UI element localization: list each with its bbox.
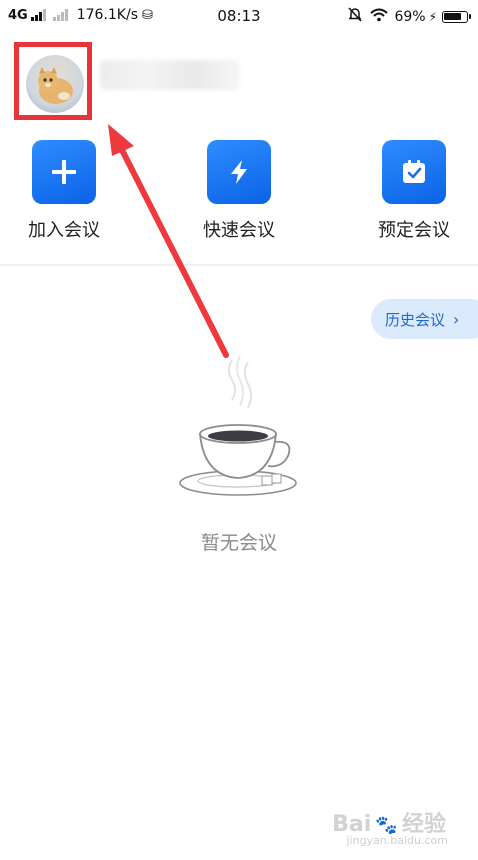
schedule-meeting-label: 预定会议 — [378, 220, 450, 241]
wifi-icon — [370, 8, 389, 26]
silent-bell-icon — [348, 7, 362, 26]
plus-icon — [32, 140, 96, 204]
avatar-highlight-box — [14, 42, 92, 120]
charging-icon: ⚡ — [428, 9, 437, 24]
battery-icon — [442, 10, 471, 23]
paw-icon: 🐾 — [375, 815, 398, 836]
quick-meeting-label: 快速会议 — [203, 220, 275, 241]
quick-meeting-button[interactable]: 快速会议 — [184, 140, 294, 242]
history-meetings-label: 历史会议 — [385, 310, 446, 329]
join-meeting-button[interactable]: 加入会议 — [9, 140, 119, 242]
calendar-check-icon — [382, 140, 446, 204]
section-divider — [0, 264, 478, 266]
username-blurred — [100, 60, 240, 90]
history-meetings-button[interactable]: 历史会议 › — [371, 299, 478, 339]
status-bar: 4G 176.1K/s ⛁ 08:13 69% ⚡ — [0, 0, 478, 34]
lightning-icon — [207, 140, 271, 204]
empty-state-text: 暂无会议 — [200, 532, 277, 554]
join-meeting-label: 加入会议 — [28, 220, 100, 241]
coffee-cup-illustration — [179, 355, 297, 496]
watermark-url: jingyan.baidu.com — [346, 834, 448, 847]
chevron-right-icon: › — [453, 309, 460, 329]
status-right: 69% ⚡ — [348, 7, 471, 26]
action-row: 加入会议 快速会议 预定会议 — [0, 140, 478, 250]
schedule-meeting-button[interactable]: 预定会议 — [359, 140, 469, 242]
battery-percent: 69% — [394, 8, 426, 25]
